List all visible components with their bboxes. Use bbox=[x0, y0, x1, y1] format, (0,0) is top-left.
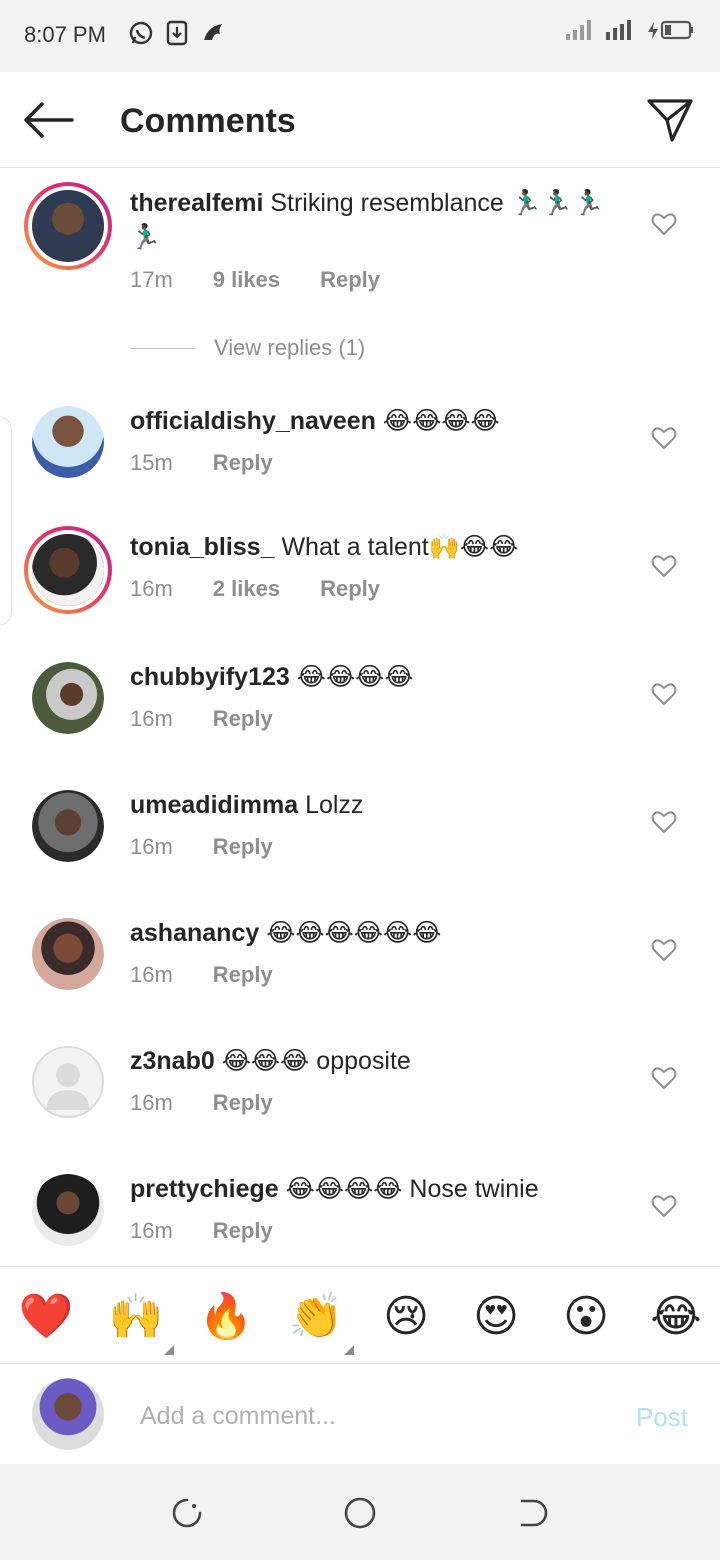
comment-time: 16m bbox=[130, 1090, 173, 1115]
header: Comments bbox=[0, 72, 720, 168]
avatar[interactable] bbox=[24, 182, 112, 270]
avatar[interactable] bbox=[32, 790, 104, 862]
comment-username[interactable]: tonia_bliss_ bbox=[130, 533, 275, 561]
comment-username[interactable]: officialdishy_naveen bbox=[130, 407, 376, 435]
view-replies-label: View replies (1) bbox=[214, 335, 366, 360]
comments-list[interactable]: therealfemi Striking resemblance 🏃🏿‍♂️🏃🏿… bbox=[0, 168, 720, 1266]
reply-button[interactable]: Reply bbox=[213, 706, 273, 732]
battery-icon bbox=[644, 18, 696, 47]
view-replies-button[interactable]: View replies (1) bbox=[130, 335, 365, 361]
avatar[interactable] bbox=[32, 662, 104, 734]
divider bbox=[130, 347, 196, 349]
status-icons-right bbox=[564, 18, 696, 47]
comment-username[interactable]: z3nab0 bbox=[130, 1047, 215, 1075]
reaction-raised-hands[interactable]: 🙌 bbox=[108, 1291, 174, 1355]
default-avatar-icon bbox=[46, 1063, 90, 1110]
comment-composer: Post bbox=[0, 1364, 720, 1464]
heart-icon[interactable] bbox=[651, 938, 677, 962]
heart-icon[interactable] bbox=[651, 1066, 677, 1090]
comment-username[interactable]: umeadidimma bbox=[130, 791, 298, 819]
comment-body: 😂😂😂😂 bbox=[296, 663, 414, 691]
comment-username[interactable]: ashanancy bbox=[130, 919, 259, 947]
comment-meta: 15m Reply bbox=[130, 450, 273, 476]
reaction-clap[interactable]: 👏 bbox=[288, 1291, 354, 1355]
reply-button[interactable]: Reply bbox=[213, 962, 273, 988]
user-avatar bbox=[32, 1378, 104, 1450]
status-bar: 8:07 PM bbox=[0, 0, 720, 72]
comment-time: 16m bbox=[130, 1218, 173, 1243]
comment-meta: 16m 2 likes Reply bbox=[130, 576, 380, 602]
reply-button[interactable]: Reply bbox=[320, 267, 380, 293]
post-button[interactable]: Post bbox=[636, 1402, 688, 1433]
avatar[interactable] bbox=[24, 526, 112, 614]
status-icons-left bbox=[128, 20, 226, 50]
signal-icon-2 bbox=[604, 18, 634, 47]
comment-meta: 16m Reply bbox=[130, 962, 273, 988]
comment-time: 16m bbox=[130, 576, 173, 601]
comment-username[interactable]: chubbyify123 bbox=[130, 663, 290, 691]
comment-meta: 16m Reply bbox=[130, 706, 273, 732]
heart-icon[interactable] bbox=[651, 426, 677, 450]
reaction-cry[interactable]: 😢 bbox=[378, 1291, 434, 1347]
comment-time: 16m bbox=[130, 706, 173, 731]
download-icon bbox=[164, 20, 190, 50]
skin-tone-indicator bbox=[164, 1345, 174, 1355]
comment-likes[interactable]: 9 likes bbox=[213, 267, 280, 293]
comment-meta: 16m Reply bbox=[130, 1218, 273, 1244]
comment-time: 15m bbox=[130, 450, 173, 475]
arrow-left-icon bbox=[24, 102, 74, 138]
comment-meta: 16m Reply bbox=[130, 1090, 273, 1116]
reply-button[interactable]: Reply bbox=[213, 1090, 273, 1116]
avatar[interactable] bbox=[32, 1174, 104, 1246]
reply-button[interactable]: Reply bbox=[213, 450, 273, 476]
reaction-heart-eyes[interactable]: 😍 bbox=[468, 1291, 524, 1347]
page-title: Comments bbox=[120, 102, 296, 140]
heart-icon[interactable] bbox=[651, 1194, 677, 1218]
paper-plane-icon bbox=[647, 99, 693, 142]
reaction-surprised[interactable]: 😮 bbox=[558, 1291, 614, 1347]
skin-tone-indicator bbox=[344, 1345, 354, 1355]
emoji-reaction-bar: ❤️ 🙌 🔥 👏 😢 😍 😮 😂 bbox=[0, 1266, 720, 1364]
comment-time: 17m bbox=[130, 267, 173, 292]
reaction-fire[interactable]: 🔥 bbox=[198, 1291, 254, 1347]
avatar[interactable] bbox=[32, 406, 104, 478]
home-icon[interactable] bbox=[343, 1496, 377, 1530]
back-button[interactable] bbox=[22, 100, 74, 140]
comment-meta: 16m Reply bbox=[130, 834, 273, 860]
reply-button[interactable]: Reply bbox=[213, 834, 273, 860]
back-nav-icon[interactable] bbox=[516, 1496, 550, 1530]
comment-username[interactable]: therealfemi bbox=[130, 189, 263, 217]
recent-apps-icon[interactable] bbox=[170, 1496, 204, 1530]
comment-body: 😂😂😂😂 Nose twinie bbox=[285, 1175, 539, 1203]
comment-likes[interactable]: 2 likes bbox=[213, 576, 280, 602]
comment-body: 😂😂😂😂 bbox=[382, 407, 500, 435]
status-time: 8:07 PM bbox=[24, 22, 106, 47]
whatsapp-icon bbox=[128, 20, 154, 50]
comment-body: What a talent🙌😂😂 bbox=[281, 533, 519, 561]
heart-icon[interactable] bbox=[651, 682, 677, 706]
scroll-handle[interactable] bbox=[0, 416, 12, 626]
reply-button[interactable]: Reply bbox=[320, 576, 380, 602]
comment-time: 16m bbox=[130, 962, 173, 987]
comment-body: 😂😂😂 opposite bbox=[221, 1047, 411, 1075]
heart-icon[interactable] bbox=[651, 810, 677, 834]
heart-icon[interactable] bbox=[651, 554, 677, 578]
heart-icon[interactable] bbox=[651, 212, 677, 236]
signal-icon bbox=[564, 18, 594, 47]
comment-body: 😂😂😂😂😂😂 bbox=[266, 919, 442, 947]
avatar[interactable] bbox=[32, 918, 104, 990]
comment-body: Lolzz bbox=[305, 791, 364, 819]
share-button[interactable] bbox=[646, 96, 694, 144]
comment-meta: 17m 9 likes Reply bbox=[130, 267, 380, 293]
reaction-heart[interactable]: ❤️ bbox=[18, 1291, 74, 1347]
reaction-laugh[interactable]: 😂 bbox=[648, 1291, 704, 1347]
reply-button[interactable]: Reply bbox=[213, 1218, 273, 1244]
comment-time: 16m bbox=[130, 834, 173, 859]
app-icon bbox=[200, 20, 226, 50]
comment-username[interactable]: prettychiege bbox=[130, 1175, 279, 1203]
comment-input[interactable] bbox=[140, 1396, 580, 1436]
avatar[interactable] bbox=[32, 1046, 104, 1118]
system-nav-bar bbox=[0, 1464, 720, 1560]
